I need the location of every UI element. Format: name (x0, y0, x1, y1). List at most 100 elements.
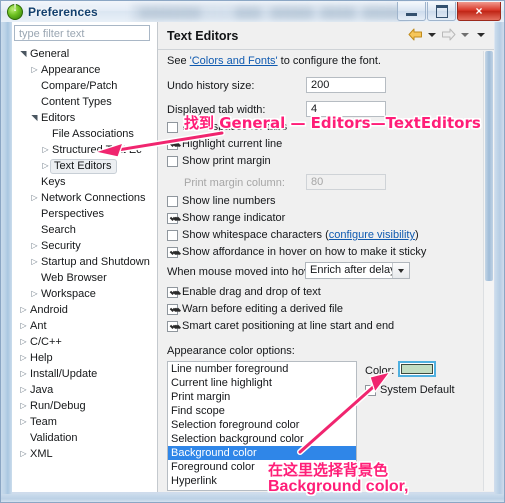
hover-mode-label: When mouse moved into hover: (167, 266, 323, 278)
tree-item-network-connections[interactable]: ▷ Network Connections (12, 190, 157, 206)
tree-collapsed-arrow-icon[interactable]: ▷ (18, 334, 29, 350)
tree-item-label: Install/Update (30, 368, 98, 380)
filter-input[interactable]: type filter text (14, 25, 150, 41)
checkbox-system-default[interactable] (365, 385, 376, 396)
checkbox-show-affordance-in-hover[interactable] (167, 247, 178, 258)
tree-item-c-c[interactable]: ▷ C/C++ (12, 334, 157, 350)
whitespace-text: Show whitespace characters (182, 229, 323, 241)
color-option-item[interactable]: Find scope (168, 404, 356, 418)
colors-and-fonts-link[interactable]: 'Colors and Fonts' (190, 55, 278, 67)
back-arrow-icon[interactable] (408, 28, 423, 41)
checkbox-warn-before-editing[interactable] (167, 304, 178, 315)
tree-item-perspectives[interactable]: Perspectives (12, 206, 157, 222)
tree-collapsed-arrow-icon[interactable]: ▷ (18, 446, 29, 462)
tree-item-workspace[interactable]: ▷ Workspace (12, 286, 157, 302)
tree-collapsed-arrow-icon[interactable]: ▷ (18, 382, 29, 398)
color-option-item[interactable]: Hyperlink (168, 474, 356, 488)
tree-collapsed-arrow-icon[interactable]: ▷ (29, 62, 40, 78)
tree-item-security[interactable]: ▷ Security (12, 238, 157, 254)
tree-collapsed-arrow-icon[interactable]: ▷ (29, 254, 40, 270)
tree-item-general[interactable]: ◢ General (12, 46, 157, 62)
tree-item-file-associations[interactable]: File Associations (12, 126, 157, 142)
tree-collapsed-arrow-icon[interactable]: ▷ (29, 238, 40, 254)
label-enable-drag-and-drop: Enable drag and drop of text (182, 286, 321, 298)
checkbox-show-whitespace-characters[interactable] (167, 230, 178, 241)
hover-mode-combobox[interactable]: Enrich after delay (305, 262, 410, 279)
color-option-item[interactable]: Foreground color (168, 460, 356, 474)
label-show-affordance-in-hover: Show affordance in hover on how to make … (182, 246, 427, 258)
tree-item-team[interactable]: ▷ Team (12, 414, 157, 430)
color-option-item[interactable]: Print margin (168, 390, 356, 404)
tree-collapsed-arrow-icon[interactable]: ▷ (18, 366, 29, 382)
tree-item-help[interactable]: ▷ Help (12, 350, 157, 366)
tree-item-label: Search (41, 224, 76, 236)
tree-item-validation[interactable]: Validation (12, 430, 157, 446)
tree-item-compare-patch[interactable]: Compare/Patch (12, 78, 157, 94)
color-label: Color: (365, 365, 395, 377)
hover-mode-value: Enrich after delay (310, 264, 396, 276)
tree-collapsed-arrow-icon[interactable]: ▷ (18, 414, 29, 430)
tree-collapsed-arrow-icon[interactable]: ▷ (29, 190, 40, 206)
preferences-tree[interactable]: ◢ General ▷ Appearance Compare/Patch Content … (12, 46, 157, 490)
undo-history-input[interactable]: 200 (306, 77, 386, 93)
tree-item-java[interactable]: ▷ Java (12, 382, 157, 398)
tree-collapsed-arrow-icon[interactable]: ▷ (40, 142, 51, 158)
color-option-item[interactable]: Selection foreground color (168, 418, 356, 432)
tree-item-search[interactable]: Search (12, 222, 157, 238)
tree-item-appearance[interactable]: ▷ Appearance (12, 62, 157, 78)
checkbox-smart-caret-positioning[interactable] (167, 321, 178, 332)
checkbox-enable-drag-and-drop[interactable] (167, 287, 178, 298)
tree-item-web-browser[interactable]: Web Browser (12, 270, 157, 286)
color-swatch-button[interactable] (398, 361, 436, 377)
tree-item-run-debug[interactable]: ▷ Run/Debug (12, 398, 157, 414)
color-option-item[interactable]: Current line highlight (168, 376, 356, 390)
background-blur-strip (131, 3, 411, 21)
page-header: Text Editors (158, 22, 494, 50)
tree-collapsed-arrow-icon[interactable]: ▷ (18, 318, 29, 334)
tree-collapsed-arrow-icon[interactable]: ▷ (18, 398, 29, 414)
tree-collapsed-arrow-icon[interactable]: ▷ (18, 350, 29, 366)
print-margin-column-input[interactable]: 80 (306, 174, 386, 190)
label-show-whitespace-characters: Show whitespace characters (configure vi… (182, 229, 419, 241)
tree-collapsed-arrow-icon[interactable]: ▷ (18, 302, 29, 318)
tree-item-structured-text-ec[interactable]: ▷ Structured Text Ec (12, 142, 157, 158)
back-menu-chevron-down-icon[interactable] (428, 32, 436, 37)
tree-item-label: Perspectives (41, 208, 104, 220)
color-option-item[interactable]: Selection background color (168, 432, 356, 446)
window-buttons: × (396, 2, 501, 21)
tree-item-keys[interactable]: Keys (12, 174, 157, 190)
color-option-item[interactable]: Line number foreground (168, 362, 356, 376)
label-show-print-margin: Show print margin (182, 155, 271, 167)
configure-visibility-link[interactable]: configure visibility (329, 229, 415, 241)
color-option-item[interactable]: Background color (168, 446, 356, 460)
preferences-tree-panel: type filter text ◢ General ▷ Appearance Comp… (12, 22, 157, 492)
tab-width-input[interactable]: 4 (306, 101, 386, 117)
tree-item-label: Web Browser (41, 272, 107, 284)
minimize-button[interactable] (397, 2, 426, 21)
hover-mode-chevron-down-icon[interactable] (392, 263, 409, 278)
close-button[interactable]: × (457, 2, 501, 21)
tree-item-editors[interactable]: ◢ Editors (12, 110, 157, 126)
tree-item-android[interactable]: ▷ Android (12, 302, 157, 318)
label-warn-before-editing: Warn before editing a derived file (182, 303, 344, 315)
tree-item-install-update[interactable]: ▷ Install/Update (12, 366, 157, 382)
page-vertical-scrollbar[interactable] (483, 51, 494, 491)
tree-item-ant[interactable]: ▷ Ant (12, 318, 157, 334)
tree-collapsed-arrow-icon[interactable]: ▷ (29, 286, 40, 302)
tree-item-startup-and-shutdown[interactable]: ▷ Startup and Shutdown (12, 254, 157, 270)
checkbox-show-range-indicator[interactable] (167, 213, 178, 224)
tree-expanded-arrow-icon[interactable]: ◢ (16, 49, 32, 60)
checkbox-insert-spaces-for-tabs[interactable] (167, 122, 178, 133)
appearance-color-options-list[interactable]: Line number foreground Current line highl… (167, 361, 357, 491)
page-toolbar (408, 28, 488, 41)
tree-item-xml[interactable]: ▷ XML (12, 446, 157, 462)
tree-item-text-editors[interactable]: ▷ Text Editors (12, 158, 157, 174)
page-scrollbar-thumb[interactable] (485, 51, 493, 281)
tree-item-content-types[interactable]: Content Types (12, 94, 157, 110)
tree-expanded-arrow-icon[interactable]: ◢ (27, 113, 43, 124)
checkbox-show-line-numbers[interactable] (167, 196, 178, 207)
maximize-button[interactable] (427, 2, 456, 21)
view-menu-chevron-down-icon[interactable] (477, 32, 485, 37)
checkbox-highlight-current-line[interactable] (167, 139, 178, 150)
checkbox-show-print-margin[interactable] (167, 156, 178, 167)
